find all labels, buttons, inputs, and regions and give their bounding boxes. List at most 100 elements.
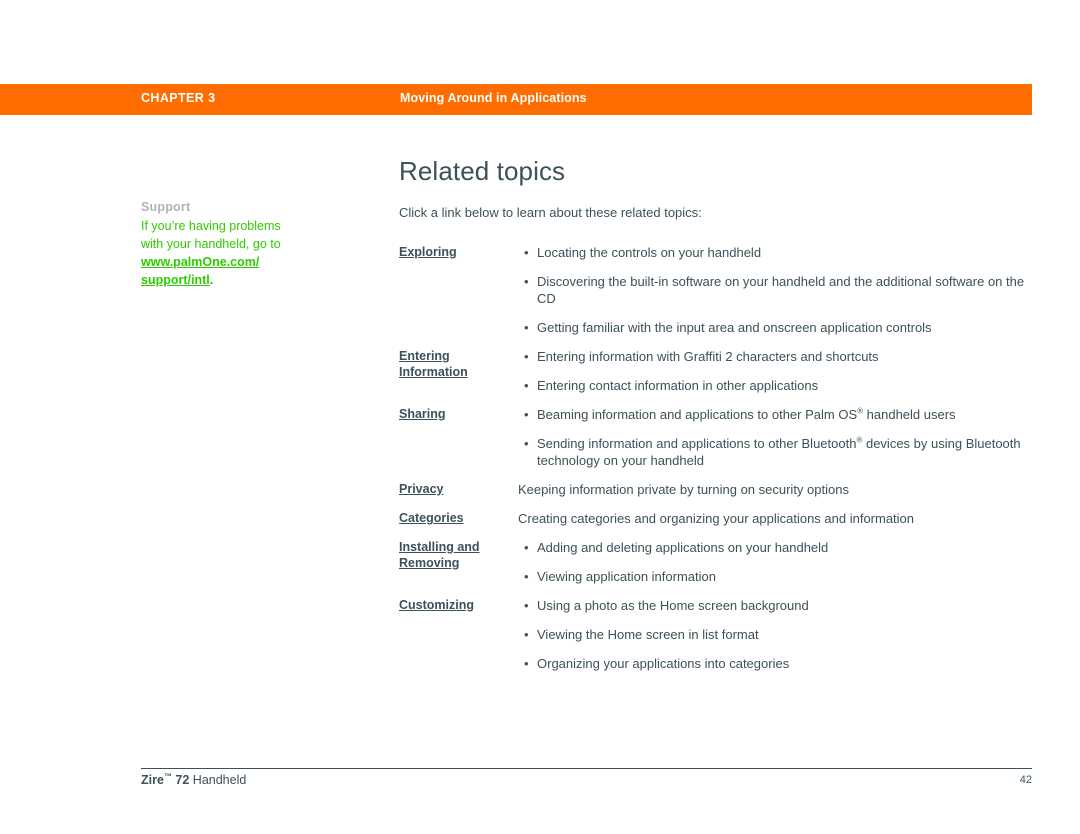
topic-items-cell: • Entering information with Graffiti 2 ch… bbox=[518, 348, 1039, 406]
topic-item-text: Keeping information private by turning o… bbox=[518, 482, 849, 497]
footer-model: 72 bbox=[171, 773, 190, 787]
topic-link-line: Entering bbox=[399, 349, 450, 363]
topic-item-text: Discovering the built-in software on you… bbox=[537, 274, 1025, 306]
topic-row: Entering Information • Entering informatio… bbox=[399, 348, 1039, 406]
topic-item-text: Entering contact information in other ap… bbox=[537, 378, 819, 393]
page-title: Related topics bbox=[399, 156, 566, 186]
support-text-line-2: with your handheld, go to bbox=[141, 237, 281, 251]
topic-row: Sharing • Beaming information and applicat… bbox=[399, 406, 1039, 481]
support-url-link-line-1[interactable]: www.palmOne.com/ bbox=[141, 255, 259, 269]
topic-item-text: Beaming information and applications to … bbox=[537, 407, 858, 422]
topic-item: • Discovering the built-in software on yo… bbox=[518, 273, 1039, 307]
related-topics-list: Exploring • Locating the controls on your … bbox=[399, 244, 1039, 684]
support-sidebar: Support If you’re having problems with y… bbox=[141, 198, 326, 289]
support-text-line-1: If you’re having problems bbox=[141, 219, 281, 233]
topic-link[interactable]: Privacy bbox=[399, 481, 518, 497]
support-text: If you’re having problems with your hand… bbox=[141, 217, 326, 289]
topic-item: Keeping information private by turning o… bbox=[518, 481, 1039, 498]
bullet-icon: • bbox=[524, 245, 529, 260]
chapter-header-bar: CHAPTER 3 Moving Around in Applications bbox=[0, 84, 1032, 115]
topic-link-cell: Privacy bbox=[399, 481, 518, 497]
page-footer: Zire™ 72 Handheld 42 bbox=[141, 771, 1032, 793]
bullet-icon: • bbox=[524, 274, 529, 289]
topic-item: • Sending information and applications to… bbox=[518, 435, 1039, 469]
topic-link-line: Removing bbox=[399, 556, 460, 570]
topic-link[interactable]: Categories bbox=[399, 510, 518, 526]
topic-row: Privacy Keeping information private by tu… bbox=[399, 481, 1039, 510]
topic-item: • Using a photo as the Home screen backgr… bbox=[518, 597, 1039, 614]
bullet-icon: • bbox=[524, 598, 529, 613]
topic-item-text-continued: handheld users bbox=[863, 407, 956, 422]
topic-item-text: Locating the controls on your handheld bbox=[537, 245, 762, 260]
topic-link-line: Installing and bbox=[399, 540, 480, 554]
topic-items-cell: • Locating the controls on your handheld •… bbox=[518, 244, 1039, 348]
topic-item: • Locating the controls on your handheld bbox=[518, 244, 1039, 261]
footer-product-name: Zire™ 72 Handheld bbox=[141, 771, 247, 787]
topic-link-cell: Customizing bbox=[399, 597, 518, 613]
topic-link[interactable]: Sharing bbox=[399, 406, 518, 422]
topic-item: • Getting familiar with the input area an… bbox=[518, 319, 1039, 336]
topic-items-cell: • Beaming information and applications to… bbox=[518, 406, 1039, 481]
topic-link-line: Customizing bbox=[399, 598, 474, 612]
topic-item-text: Entering information with Graffiti 2 cha… bbox=[537, 349, 879, 364]
topic-link-line: Privacy bbox=[399, 482, 444, 496]
footer-divider bbox=[141, 768, 1032, 769]
topic-row: Exploring • Locating the controls on your … bbox=[399, 244, 1039, 348]
main-content-header: Related topics Click a link below to lea… bbox=[399, 155, 1019, 222]
topic-item: • Entering contact information in other a… bbox=[518, 377, 1039, 394]
topic-item: • Beaming information and applications to… bbox=[518, 406, 1039, 423]
bullet-icon: • bbox=[524, 320, 529, 335]
topic-items-cell: • Adding and deleting applications on you… bbox=[518, 539, 1039, 597]
topic-link-cell: Entering Information bbox=[399, 348, 518, 380]
topic-link[interactable]: Installing and Removing bbox=[399, 539, 518, 571]
topic-item-text: Viewing application information bbox=[537, 569, 716, 584]
topic-row: Installing and Removing • Adding and delet… bbox=[399, 539, 1039, 597]
topic-row: Customizing • Using a photo as the Home sc… bbox=[399, 597, 1039, 684]
bullet-icon: • bbox=[524, 627, 529, 642]
topic-item-text: Adding and deleting applications on your… bbox=[537, 540, 829, 555]
topic-item-text: Creating categories and organizing your … bbox=[518, 511, 915, 526]
bullet-icon: • bbox=[524, 656, 529, 671]
topic-link-line: Exploring bbox=[399, 245, 457, 259]
topic-item-text: Organizing your applications into catego… bbox=[537, 656, 790, 671]
page-number: 42 bbox=[1019, 774, 1032, 786]
bullet-icon: • bbox=[524, 378, 529, 393]
topic-link-cell: Categories bbox=[399, 510, 518, 526]
topic-item: • Organizing your applications into categ… bbox=[518, 655, 1039, 672]
topic-link-line: Information bbox=[399, 365, 468, 379]
bullet-icon: • bbox=[524, 540, 529, 555]
bullet-icon: • bbox=[524, 436, 529, 451]
footer-product-type: Handheld bbox=[189, 773, 247, 787]
topic-item: • Viewing application information bbox=[518, 568, 1039, 585]
footer-brand: Zire bbox=[141, 773, 164, 787]
topic-item: • Adding and deleting applications on you… bbox=[518, 539, 1039, 556]
bullet-icon: • bbox=[524, 569, 529, 584]
intro-paragraph: Click a link below to learn about these … bbox=[399, 205, 702, 220]
topic-link-cell: Installing and Removing bbox=[399, 539, 518, 571]
topic-item-text: Using a photo as the Home screen backgro… bbox=[537, 598, 809, 613]
chapter-title-label: Moving Around in Applications bbox=[400, 91, 587, 105]
bullet-icon: • bbox=[524, 407, 529, 422]
topic-row: Categories Creating categories and organi… bbox=[399, 510, 1039, 539]
topic-link-cell: Sharing bbox=[399, 406, 518, 422]
topic-item: • Viewing the Home screen in list format bbox=[518, 626, 1039, 643]
topic-items-cell: • Using a photo as the Home screen backgr… bbox=[518, 597, 1039, 684]
topic-items-cell: Keeping information private by turning o… bbox=[518, 481, 1039, 510]
topic-link-line: Categories bbox=[399, 511, 464, 525]
support-heading: Support bbox=[141, 200, 191, 214]
topic-link[interactable]: Customizing bbox=[399, 597, 518, 613]
chapter-number-label: CHAPTER 3 bbox=[141, 91, 216, 105]
topic-item-text: Getting familiar with the input area and… bbox=[537, 320, 932, 335]
trademark-icon: ™ bbox=[163, 771, 172, 781]
topic-item-text: Viewing the Home screen in list format bbox=[537, 627, 759, 642]
topic-link-cell: Exploring bbox=[399, 244, 518, 260]
bullet-icon: • bbox=[524, 349, 529, 364]
topic-link-line: Sharing bbox=[399, 407, 446, 421]
topic-item: Creating categories and organizing your … bbox=[518, 510, 1039, 527]
support-url-period: . bbox=[209, 273, 214, 287]
support-url-link-line-2[interactable]: support/intl bbox=[141, 273, 210, 287]
topic-link[interactable]: Exploring bbox=[399, 244, 518, 260]
topic-link[interactable]: Entering Information bbox=[399, 348, 518, 380]
topic-item: • Entering information with Graffiti 2 ch… bbox=[518, 348, 1039, 365]
topic-item-text: Sending information and applications to … bbox=[537, 436, 857, 451]
